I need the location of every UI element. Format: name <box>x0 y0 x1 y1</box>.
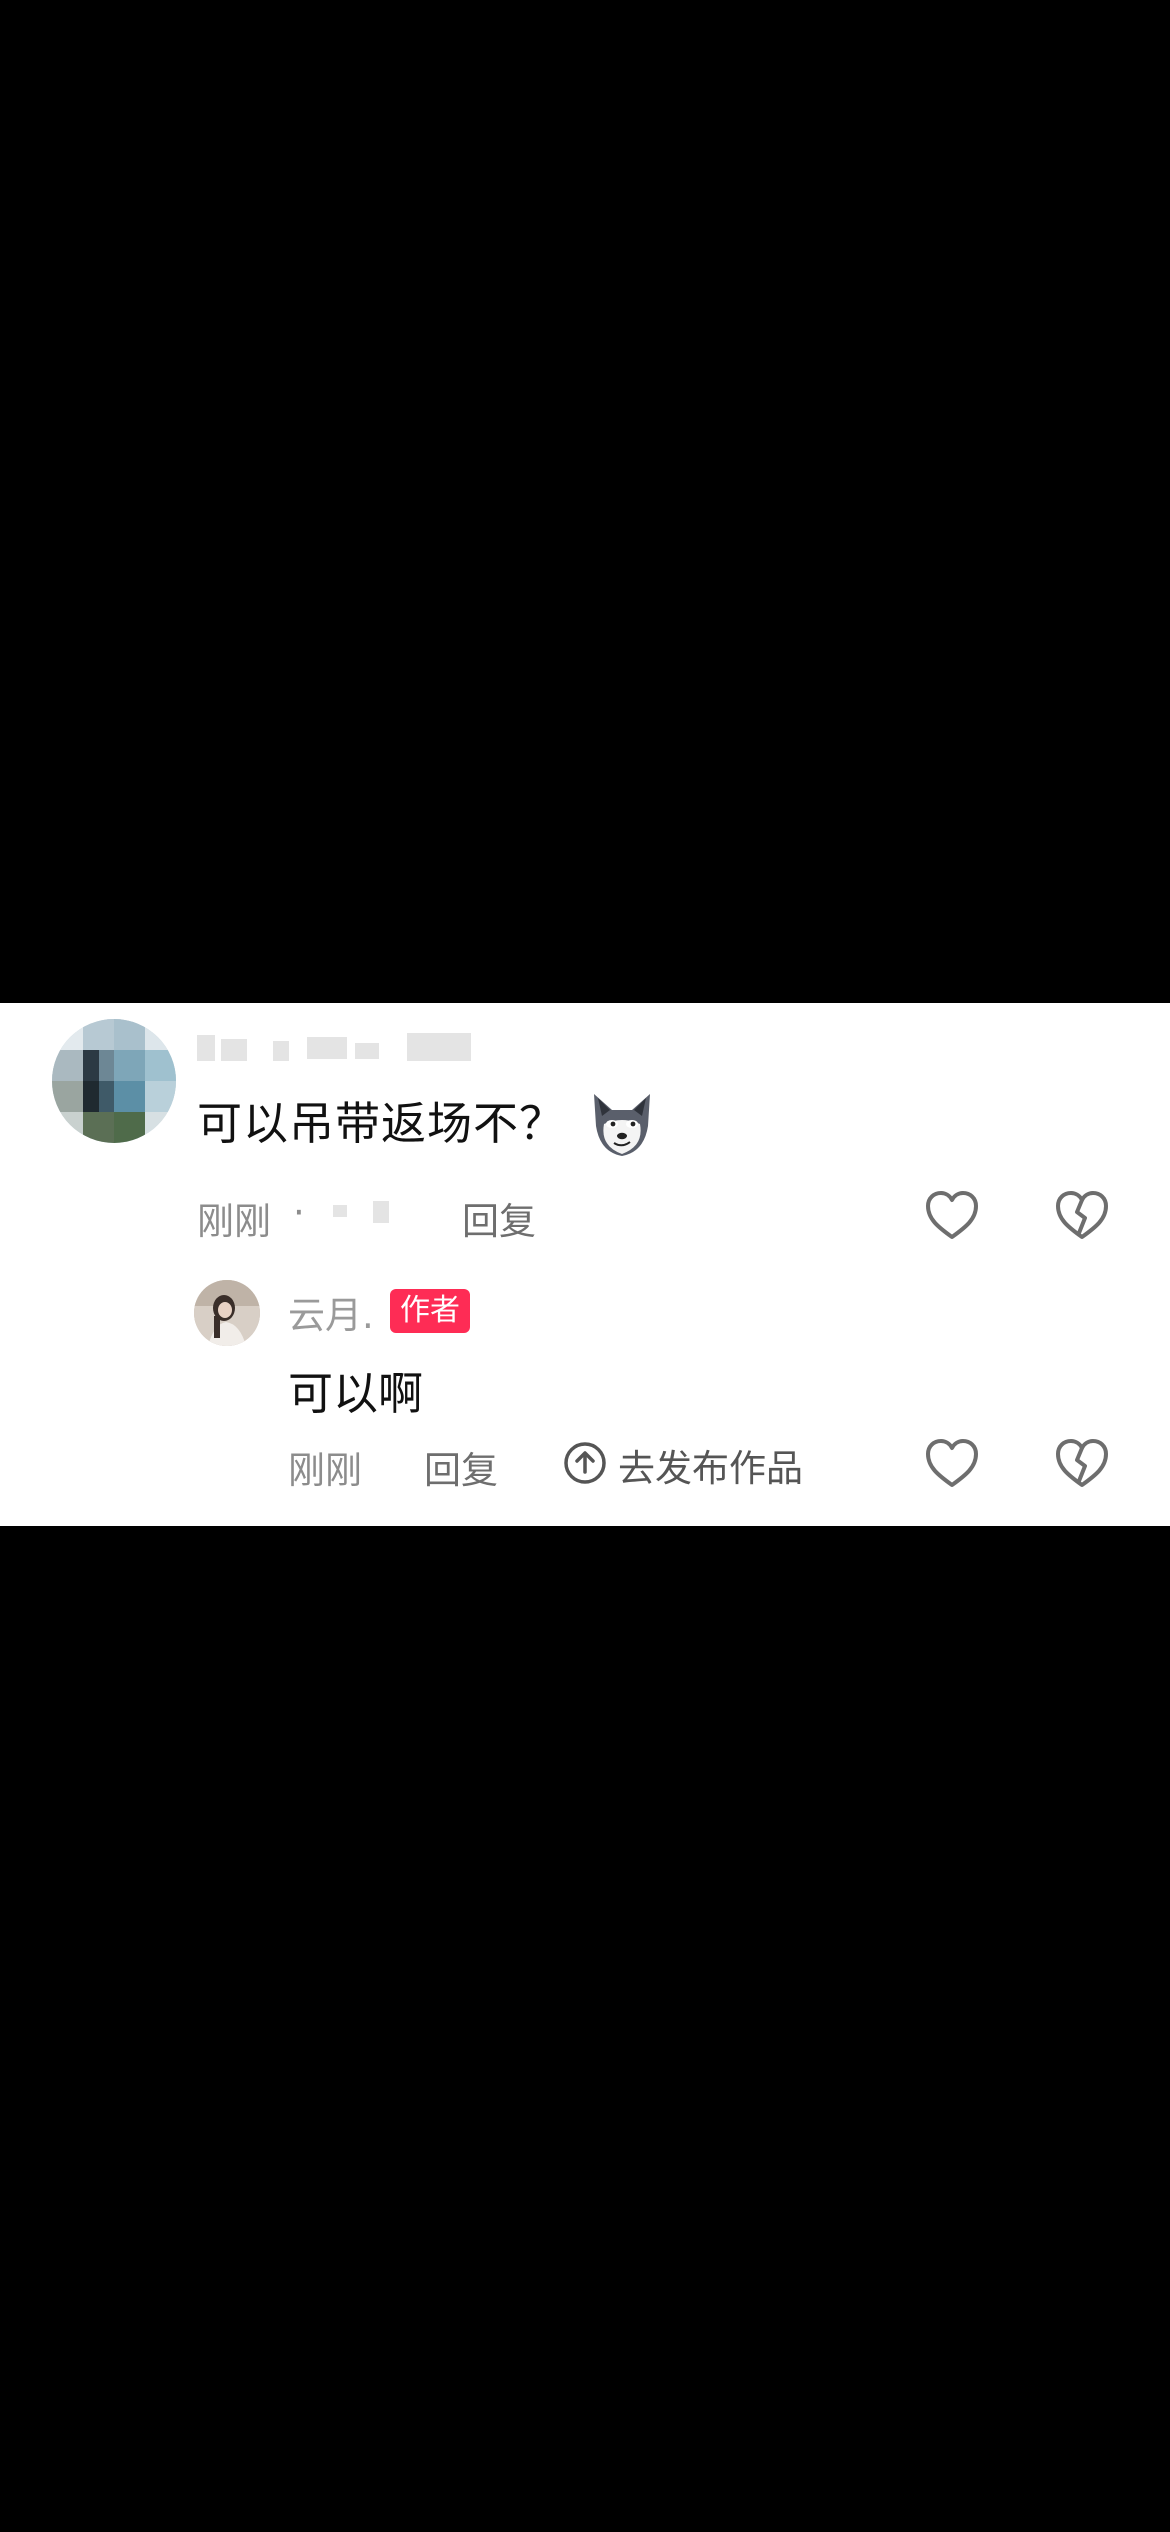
comment-meta-separator: · <box>293 1191 305 1234</box>
broken-heart-icon[interactable] <box>1052 1185 1112 1245</box>
blur-pixel <box>307 1037 347 1059</box>
avatar-mosaic-image <box>52 1019 176 1143</box>
like-heart-icon[interactable] <box>922 1185 982 1245</box>
screen: 可以吊带返场不？ 刚刚 · 回复 云月. 作者 可以啊 刚刚 回复 去发布作品 <box>0 0 1170 2532</box>
author-badge: 作者 <box>390 1289 470 1333</box>
comment-text: 可以吊带返场不？ <box>197 1097 566 1150</box>
reply-broken-heart-icon[interactable] <box>1052 1433 1112 1493</box>
author-avatar[interactable] <box>194 1280 260 1346</box>
commenter-avatar[interactable] <box>52 1019 176 1143</box>
blur-pixel <box>273 1041 289 1061</box>
arrow-up-circle-icon <box>562 1440 608 1486</box>
wolf-face-emoji-icon <box>584 1086 660 1162</box>
blur-pixel <box>221 1039 247 1061</box>
publish-work-label: 去发布作品 <box>618 1447 803 1490</box>
author-name[interactable]: 云月. <box>288 1285 374 1339</box>
commenter-username-blurred[interactable] <box>197 1029 497 1065</box>
location-blurred <box>333 1205 347 1217</box>
comment-reply-button[interactable]: 回复 <box>462 1191 536 1245</box>
blur-pixel <box>407 1033 471 1061</box>
reply-like-heart-icon[interactable] <box>922 1433 982 1493</box>
reply-text: 可以啊 <box>288 1367 424 1420</box>
location-blurred <box>373 1201 389 1223</box>
blur-pixel <box>197 1035 215 1061</box>
reply-meta-row: 刚刚 回复 去发布作品 <box>288 1438 1148 1492</box>
comment-panel: 可以吊带返场不？ 刚刚 · 回复 云月. 作者 可以啊 刚刚 回复 去发布作品 <box>0 1003 1170 1526</box>
reply-reply-button[interactable]: 回复 <box>424 1440 498 1494</box>
blur-pixel <box>355 1043 379 1059</box>
reply-time: 刚刚 <box>288 1449 362 1492</box>
comment-time: 刚刚 <box>197 1200 271 1243</box>
